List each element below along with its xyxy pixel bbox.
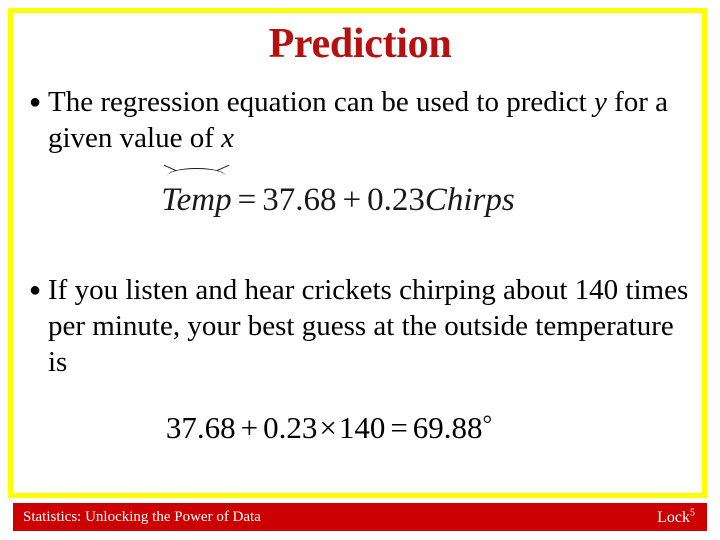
bullet-item-1: ● The regression equation can be used to… — [22, 84, 690, 156]
eq2-plus: + — [240, 410, 259, 445]
bullet-1-italic-y: y — [593, 86, 607, 118]
hatted-temp-label: Temp — [161, 182, 232, 218]
eq1-predictor: Chirps — [424, 182, 515, 218]
equation-2-container: 37.68 +0.23×140 = 69.88° — [22, 406, 690, 447]
slide-body: ● The regression equation can be used to… — [22, 84, 690, 447]
eq2-result: 69.88 — [412, 410, 483, 445]
bullet-marker-icon: ● — [29, 279, 42, 301]
page-title: Prediction — [268, 21, 452, 67]
footer-authors-label: Lock — [657, 509, 690, 526]
eq2-intercept: 37.68 — [165, 410, 236, 445]
eq2-equals: = — [390, 410, 408, 445]
prediction-calculation: 37.68 +0.23×140 = 69.88° — [166, 406, 492, 447]
hatted-temp-variable: Temp — [161, 168, 232, 220]
eq1-intercept: 37.68 — [262, 182, 337, 218]
eq2-degree-symbol: ° — [482, 412, 493, 438]
bullet-marker-icon: ● — [29, 91, 42, 113]
footer-book-title: Statistics: Unlocking the Power of Data — [23, 509, 261, 525]
eq2-multiply: × — [319, 410, 337, 445]
eq1-plus: + — [342, 182, 362, 218]
bullet-1-italic-x: x — [221, 122, 235, 154]
eq2-slope: 0.23 — [263, 410, 318, 445]
eq2-chirps-value: 140 — [338, 410, 386, 445]
slide-footer-bar: Statistics: Unlocking the Power of Data … — [13, 503, 707, 531]
hat-accent-icon — [166, 168, 226, 178]
bullet-item-2: ● If you listen and hear crickets chirpi… — [22, 272, 690, 380]
bullet-item-1-text: The regression equation can be used to p… — [48, 84, 690, 156]
slide-canvas: Prediction ● The regression equation can… — [0, 0, 720, 540]
footer-authors: Lock5 — [657, 508, 695, 527]
bullet-1-segment-1: The regression equation can be used to p… — [48, 86, 594, 118]
eq1-slope: 0.23 — [367, 182, 425, 218]
bullet-item-2-text: If you listen and hear crickets chirping… — [48, 274, 689, 378]
footer-authors-superscript: 5 — [690, 507, 695, 519]
regression-equation-1: Temp = 37.68 +0.23Chirps — [161, 168, 515, 220]
eq1-equals: = — [237, 182, 257, 218]
equation-1-container: Temp = 37.68 +0.23Chirps — [22, 168, 690, 220]
